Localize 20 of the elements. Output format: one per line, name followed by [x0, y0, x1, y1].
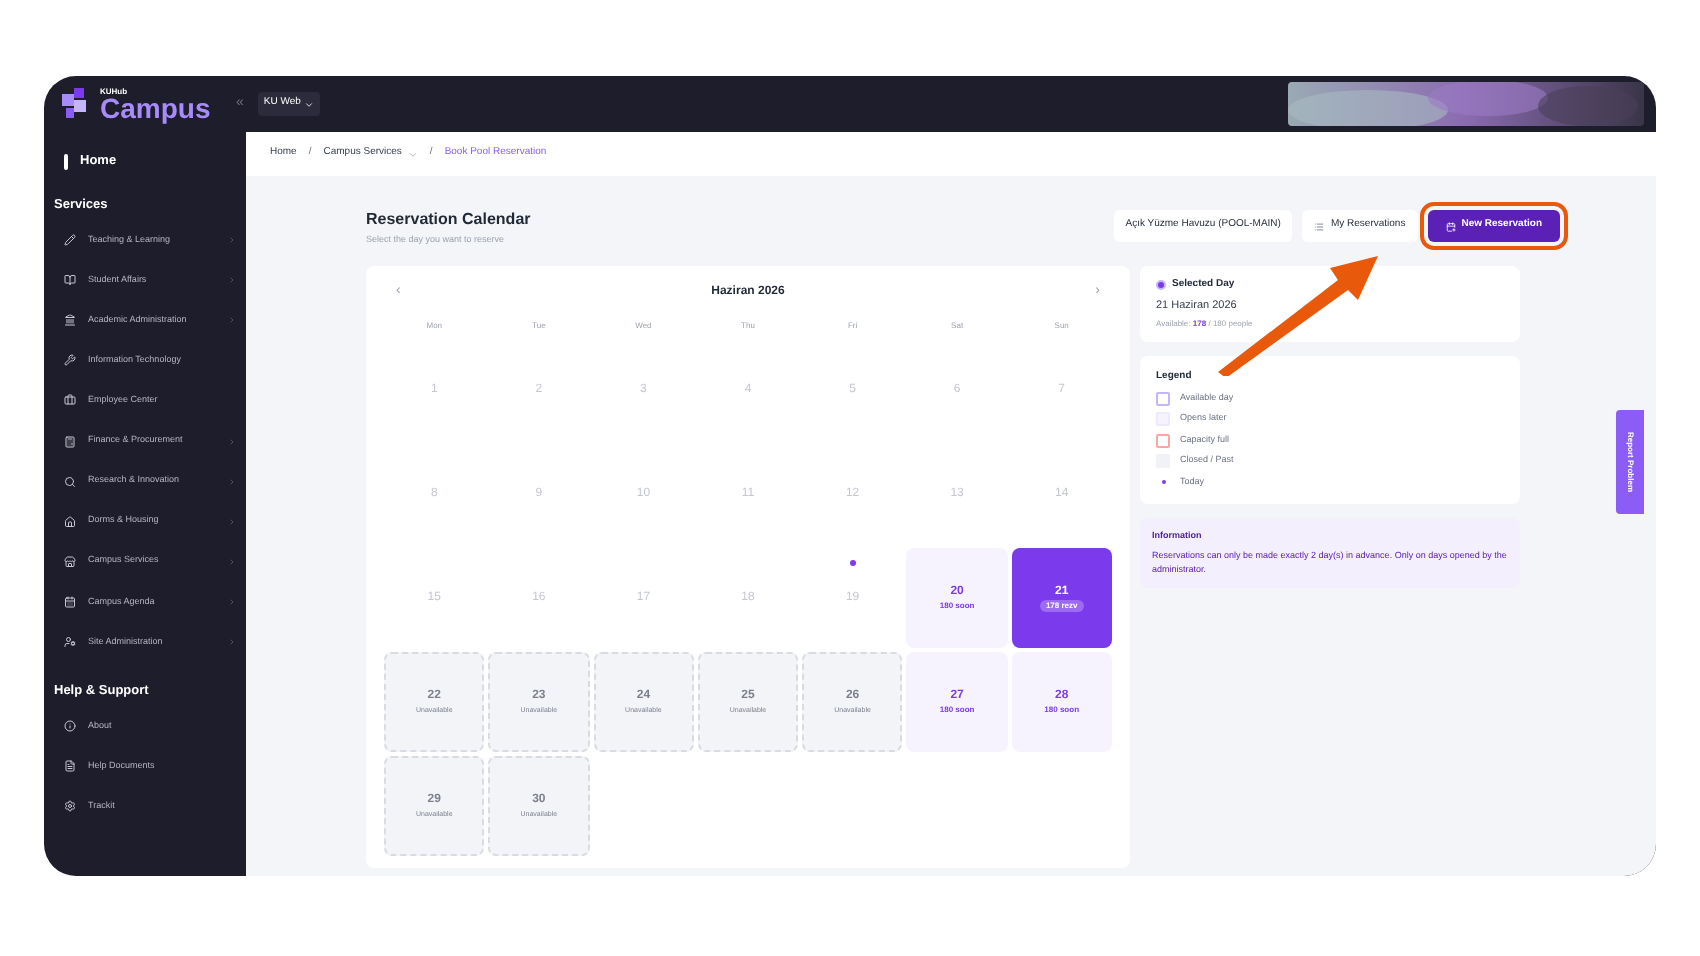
logo-text: Campus — [100, 95, 211, 121]
house-icon — [64, 515, 76, 528]
calendar-icon — [1445, 221, 1456, 231]
calendar-icon — [64, 595, 76, 608]
list-icon — [1314, 221, 1325, 231]
user-gear-icon — [64, 635, 76, 648]
file-icon — [64, 760, 76, 773]
briefcase-icon — [64, 394, 76, 407]
book-icon — [64, 274, 76, 287]
caret-icon — [407, 149, 418, 159]
page-title: Reservation Calendar — [366, 208, 531, 232]
search-icon — [64, 475, 76, 488]
wrench-icon — [64, 354, 76, 367]
calculator-icon — [64, 435, 76, 448]
pen-icon — [64, 234, 76, 247]
store-icon — [64, 555, 76, 568]
gear-icon — [64, 800, 76, 813]
caret-icon — [304, 99, 315, 109]
bank-icon — [64, 314, 76, 327]
info-icon — [64, 720, 76, 733]
